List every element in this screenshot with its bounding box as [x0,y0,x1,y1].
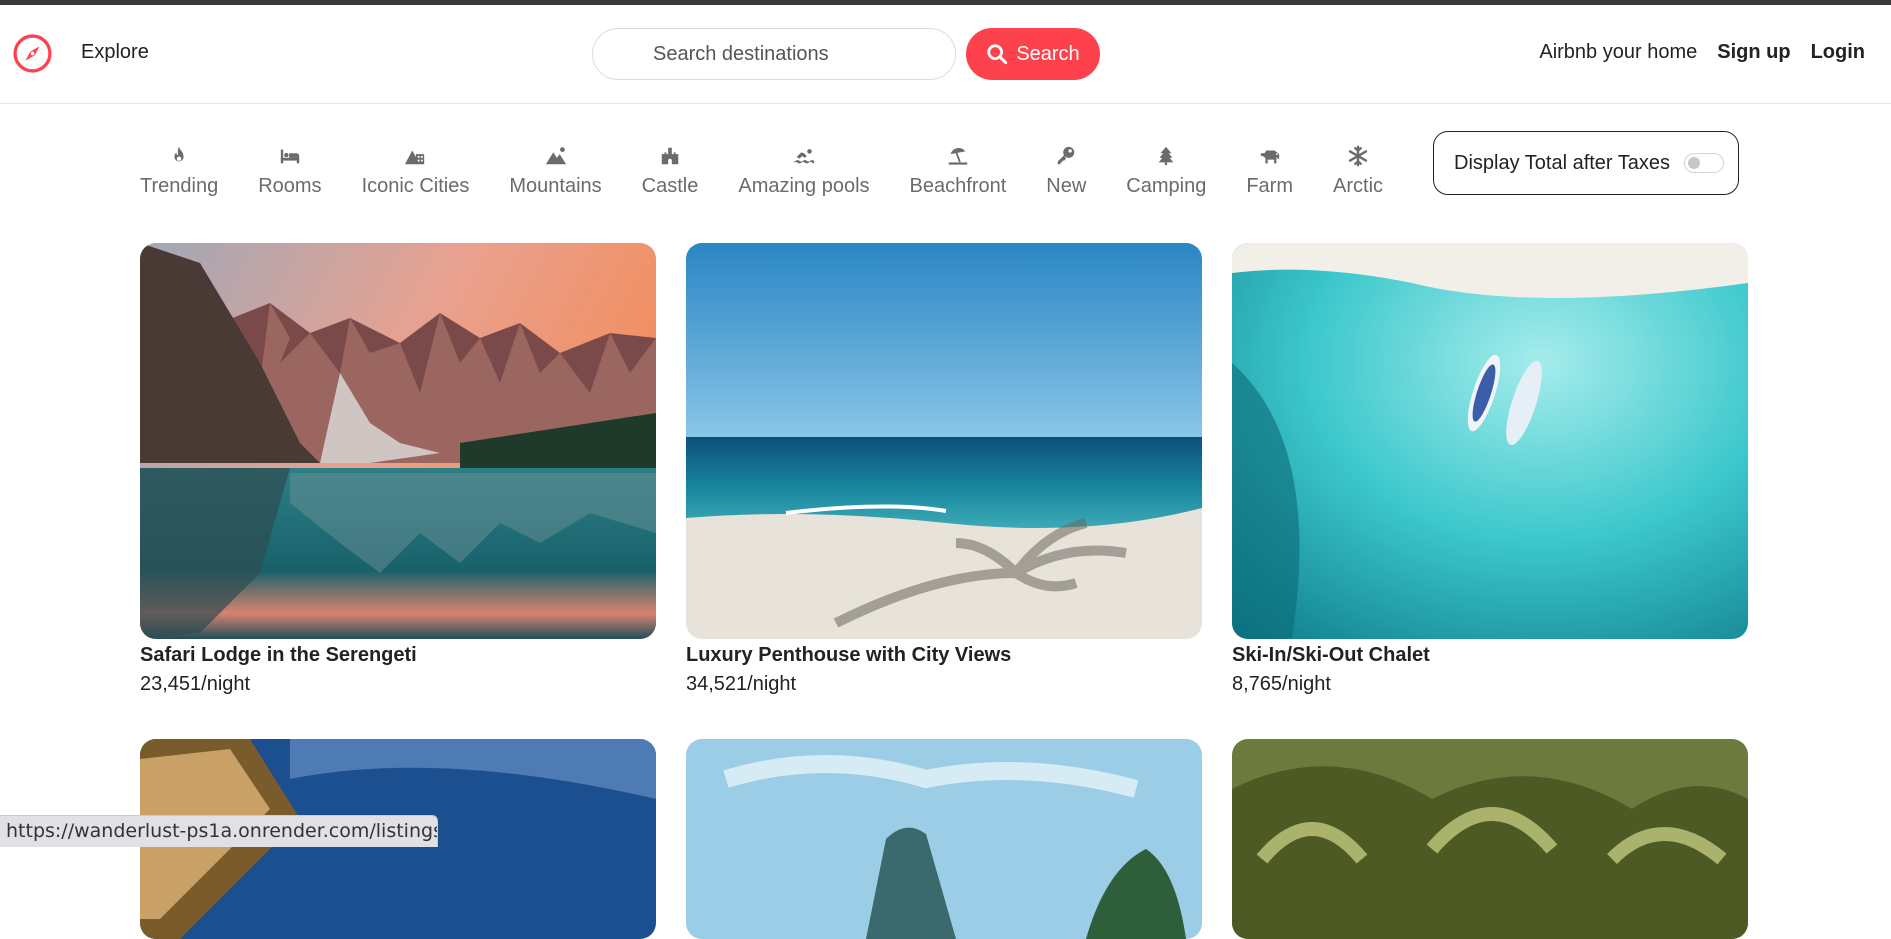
listing-title: Safari Lodge in the Serengeti [140,644,417,666]
tree-icon [1158,146,1174,166]
tax-toggle[interactable]: Display Total after Taxes [1433,131,1739,195]
filter-iconic-cities[interactable]: Iconic Cities [361,145,470,205]
explore-link[interactable]: Explore [81,41,149,64]
filter-label: Rooms [258,175,322,197]
listing-image[interactable] [140,243,656,639]
listing-card[interactable] [1232,739,1748,939]
filter-arctic[interactable]: Arctic [1333,145,1383,205]
listing-image[interactable] [686,243,1202,639]
filter-label: Camping [1126,175,1207,197]
filter-castle[interactable]: Castle [641,145,699,205]
search-button[interactable]: Search [966,28,1100,80]
listing-card[interactable] [686,739,1202,939]
listing-card[interactable]: Ski-In/Ski-Out Chalet 8,765/night [1232,243,1748,696]
navbar: Explore Search Airbnb your home Sign up … [0,5,1891,104]
filter-farm[interactable]: Farm [1246,145,1293,205]
key-icon [1058,146,1075,165]
switch-knob [1688,157,1701,169]
snowflake-icon [1348,145,1368,167]
filter-new[interactable]: New [1046,145,1086,205]
tax-toggle-label: Display Total after Taxes [1454,151,1671,174]
mountain-sun-icon [545,147,566,165]
tax-toggle-switch[interactable] [1684,153,1725,173]
airbnb-your-home-link[interactable]: Airbnb your home [1539,41,1697,64]
search-form: Search [592,28,1100,80]
listing-image[interactable] [1232,739,1748,939]
signup-link[interactable]: Sign up [1717,41,1790,64]
filter-label: Farm [1246,175,1294,197]
login-link[interactable]: Login [1811,41,1865,64]
listing-image[interactable] [686,739,1202,939]
category-filters: Trending Rooms Iconic Cities Mountains C… [140,145,1423,205]
magnifying-glass-icon [987,44,1008,65]
mountain-city-icon [405,150,425,165]
filter-label: New [1046,175,1087,197]
filter-label: Arctic [1333,175,1384,197]
filter-label: Castle [641,175,699,197]
filter-label: Iconic Cities [361,175,470,197]
listing-card[interactable]: Luxury Penthouse with City Views 34,521/… [686,243,1202,696]
cow-icon [1260,150,1279,164]
filter-trending[interactable]: Trending [140,145,218,205]
filter-label: Beachfront [909,175,1007,197]
listing-title: Luxury Penthouse with City Views [686,644,1012,666]
person-swimming-icon [793,149,815,164]
castle-icon [661,147,679,165]
filter-mountains[interactable]: Mountains [509,145,602,205]
umbrella-beach-icon [948,148,968,165]
filter-rooms[interactable]: Rooms [258,145,322,205]
listing-image[interactable] [1232,243,1748,639]
listing-price: 34,521/night [686,673,797,695]
filter-beachfront[interactable]: Beachfront [909,145,1007,205]
filter-label: Mountains [509,175,602,197]
filter-label: Amazing pools [738,175,870,197]
filter-label: Trending [140,175,219,197]
listing-card[interactable]: Safari Lodge in the Serengeti 23,451/nig… [140,243,656,696]
fire-icon [174,146,184,162]
nav-right-links: Airbnb your home Sign up Login [1539,41,1865,64]
filter-amazing-pools[interactable]: Amazing pools [738,145,870,205]
search-input[interactable] [592,28,956,80]
browser-status-url: https://wanderlust-ps1a.onrender.com/lis… [0,815,438,847]
listing-price: 8,765/night [1232,673,1331,695]
listing-price: 23,451/night [140,673,251,695]
listing-title: Ski-In/Ski-Out Chalet [1232,644,1430,666]
search-button-label: Search [1016,42,1080,65]
bed-icon [280,149,300,164]
compass-logo-icon[interactable] [12,33,53,74]
filter-camping[interactable]: Camping [1126,145,1206,205]
